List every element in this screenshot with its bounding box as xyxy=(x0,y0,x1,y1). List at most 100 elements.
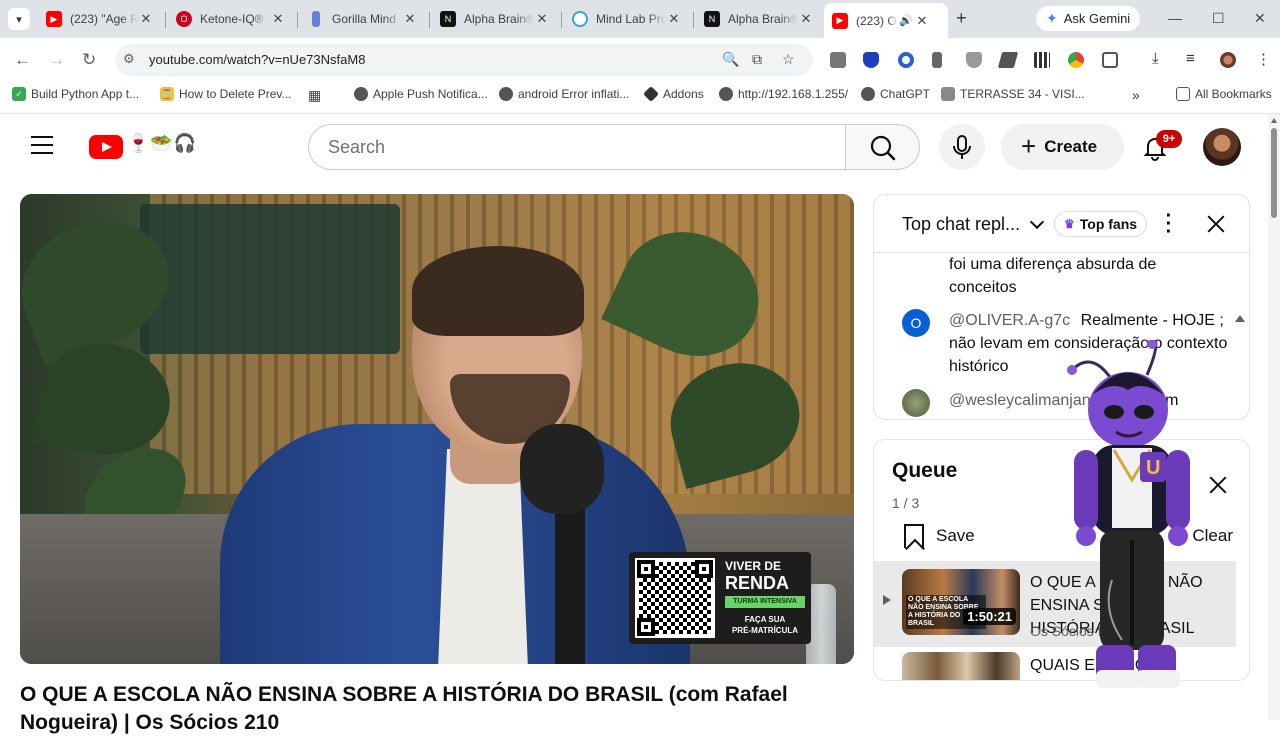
close-tab-icon[interactable]: ✕ xyxy=(798,11,814,27)
url-text[interactable]: youtube.com/watch?v=nUe73NsfaM8 xyxy=(149,52,365,67)
close-tab-icon[interactable]: ✕ xyxy=(666,11,682,27)
queue-position: 1 / 3 xyxy=(892,495,920,511)
address-bar[interactable]: ⚙ youtube.com/watch?v=nUe73NsfaM8 🔍 ⧉ ☆ xyxy=(115,44,813,76)
tab-search-icon[interactable]: ▾ xyxy=(8,8,30,30)
chat-author[interactable]: @OLIVER.A-g7c xyxy=(949,312,1070,329)
extensions-puzzle-icon[interactable] xyxy=(1102,52,1118,68)
zoom-icon[interactable]: 🔍 xyxy=(722,51,739,68)
chat-avatar xyxy=(902,389,930,417)
bookmark-item[interactable]: android Error inflati... xyxy=(499,87,629,101)
chrome-divider xyxy=(0,113,1280,114)
video-player[interactable]: VIVER DE RENDA TURMA INTENSIVA FAÇA SUA … xyxy=(20,194,854,664)
close-tab-icon[interactable]: ✕ xyxy=(534,11,550,27)
chevron-down-icon[interactable] xyxy=(1029,214,1045,230)
bookmark-label: http://192.168.1.255/ xyxy=(738,87,849,101)
search-box[interactable] xyxy=(308,124,846,170)
extension-screen-icon[interactable] xyxy=(830,52,846,68)
tab-title: (223) "Age Re xyxy=(70,12,138,26)
video-thumbnail[interactable] xyxy=(902,652,1020,680)
search-icon xyxy=(870,135,896,161)
reload-icon[interactable]: ↻ xyxy=(82,50,96,70)
profile-avatar[interactable] xyxy=(1220,52,1236,68)
search-button[interactable] xyxy=(845,124,920,170)
checkbox-bookmark-icon: ✓ xyxy=(12,87,26,101)
bookmark-item[interactable]: http://192.168.1.255/ xyxy=(719,87,848,101)
extension-colorful-icon[interactable] xyxy=(1068,52,1084,68)
addons-bookmark-icon xyxy=(643,86,659,102)
tab-ketone[interactable]: O Ketone-IQ® ✕ xyxy=(168,5,294,33)
voice-search-button[interactable] xyxy=(939,124,985,170)
site-info-icon[interactable]: ⚙ xyxy=(123,51,135,67)
extension-shield-grey-icon[interactable] xyxy=(966,52,982,68)
bookmarks-bar: ✓ Build Python App t... ⌛ How to Delete Pr… xyxy=(0,82,1280,108)
guide-menu-icon[interactable] xyxy=(31,136,53,154)
new-tab-icon[interactable]: + xyxy=(956,8,967,29)
tab-alpha-brain-2[interactable]: N Alpha Brain® ✕ xyxy=(696,5,822,33)
bookmark-item[interactable]: Addons xyxy=(643,86,704,102)
bookmark-item[interactable]: ✓ Build Python App t... xyxy=(12,87,139,101)
more-bookmarks-icon[interactable]: » xyxy=(1132,87,1140,103)
media-controls-icon[interactable]: ≡ xyxy=(1186,50,1195,67)
scroll-up-arrow-icon[interactable] xyxy=(1271,118,1277,123)
bookmark-star-icon[interactable]: ☆ xyxy=(782,51,795,68)
close-tab-icon[interactable]: ✕ xyxy=(138,11,154,27)
top-fans-button[interactable]: ♛ Top fans xyxy=(1054,211,1148,237)
all-bookmarks-button[interactable]: All Bookmarks xyxy=(1176,87,1272,101)
forward-icon[interactable]: → xyxy=(48,50,65,70)
bookmark-item[interactable]: Apple Push Notifica... xyxy=(354,87,488,101)
tab-strip: ▾ ▶ (223) "Age Re ✕ O Ketone-IQ® ✕ Goril… xyxy=(0,0,1280,38)
chatgpt-bookmark-icon xyxy=(861,87,875,101)
video-thumbnail[interactable]: O QUE A ESCOLA NÃO ENSINA SOBRE A HISTÓR… xyxy=(902,569,1020,635)
tab-gorilla-mind[interactable]: Gorilla Mind ✕ xyxy=(300,5,426,33)
search-input[interactable] xyxy=(309,125,846,169)
tab-mind-lab[interactable]: Mind Lab Pro ✕ xyxy=(564,5,690,33)
tab-title: Mind Lab Pro xyxy=(596,12,666,26)
youtube-doodle-icon[interactable]: 🍷🥗🎧 xyxy=(127,133,197,154)
tab-alpha-brain[interactable]: N Alpha Brain® ✕ xyxy=(432,5,558,33)
close-tab-icon[interactable]: ✕ xyxy=(914,13,930,29)
bookmark-item[interactable]: ChatGPT xyxy=(861,87,930,101)
more-options-icon[interactable]: · · · xyxy=(1164,206,1174,242)
extension-flag-icon[interactable] xyxy=(997,52,1019,68)
back-icon[interactable]: ← xyxy=(14,50,31,70)
apps-grid-icon[interactable]: ▦ xyxy=(308,87,321,104)
youtube-logo[interactable] xyxy=(89,135,123,159)
onnit-favicon-icon: N xyxy=(704,11,720,27)
downloads-icon[interactable]: ⤓ xyxy=(1152,50,1159,67)
video-title-line1: O QUE A ESCOLA NÃO ENSINA SOBRE A HISTÓR… xyxy=(20,683,788,706)
tab-youtube-active[interactable]: ▶ (223) O Q 🔊 ✕ xyxy=(824,3,948,38)
bookmark-label: Addons xyxy=(663,87,704,101)
browser-menu-icon[interactable]: ⋮ xyxy=(1256,50,1271,68)
ask-gemini-button[interactable]: ✦ Ask Gemini xyxy=(1036,6,1141,31)
bookmark-item[interactable]: ⌛ How to Delete Prev... xyxy=(160,87,292,101)
bookmark-label: android Error inflati... xyxy=(518,87,630,101)
mute-tab-icon[interactable]: 🔊 xyxy=(898,14,914,27)
page-scrollbar[interactable] xyxy=(1268,114,1280,720)
shield-icon[interactable] xyxy=(863,52,879,68)
extension-pin-icon[interactable] xyxy=(932,52,942,68)
promo-overlay[interactable]: VIVER DE RENDA TURMA INTENSIVA FAÇA SUA … xyxy=(629,552,811,644)
minimize-icon[interactable]: — xyxy=(1168,10,1182,26)
chat-mode-dropdown[interactable]: Top chat repl... xyxy=(902,214,1020,235)
close-window-icon[interactable]: ✕ xyxy=(1254,10,1266,27)
close-tab-icon[interactable]: ✕ xyxy=(402,11,418,27)
scrollbar-thumb[interactable] xyxy=(1271,128,1277,218)
extension-qr-icon[interactable] xyxy=(1034,52,1050,68)
maximize-icon[interactable]: ☐ xyxy=(1212,10,1225,27)
hourglass-bookmark-icon: ⌛ xyxy=(160,87,174,101)
create-button[interactable]: + Create xyxy=(1001,124,1124,170)
qr-code xyxy=(635,558,715,638)
account-avatar[interactable] xyxy=(1203,128,1241,166)
tab-title: Alpha Brain® xyxy=(464,12,534,26)
all-bookmarks-label: All Bookmarks xyxy=(1195,87,1272,101)
gemini-sparkle-icon: ✦ xyxy=(1046,10,1058,26)
tab-youtube-age[interactable]: ▶ (223) "Age Re ✕ xyxy=(38,5,162,33)
install-app-icon[interactable]: ⧉ xyxy=(752,51,762,68)
bookmark-item[interactable]: TERRASSE 34 - VISI... xyxy=(941,87,1085,101)
close-chat-icon[interactable] xyxy=(1205,213,1227,235)
close-tab-icon[interactable]: ✕ xyxy=(270,11,286,27)
save-queue-button[interactable]: Save xyxy=(904,524,975,548)
video-title: O QUE A ESCOLA NÃO ENSINA SOBRE A HISTÓR… xyxy=(20,681,850,737)
extension-circle-icon[interactable] xyxy=(898,52,914,68)
promo-cta-line2: PRÉ-MATRÍCULA xyxy=(731,626,799,635)
